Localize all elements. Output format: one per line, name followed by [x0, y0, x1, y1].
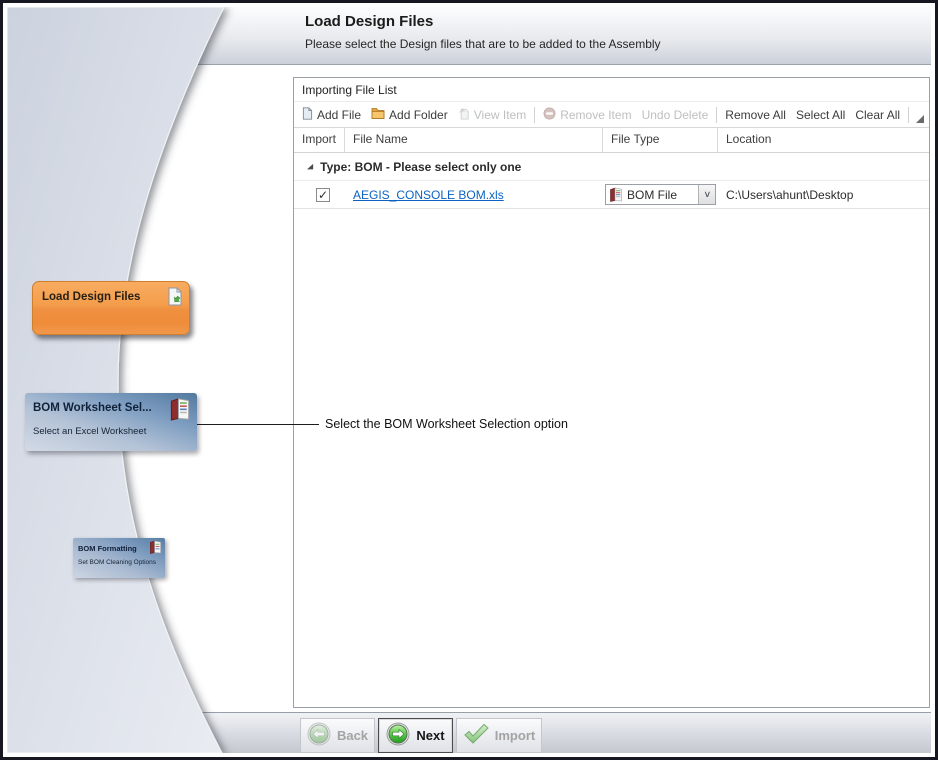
add-folder-button[interactable]: Add Folder: [366, 107, 453, 122]
file-type-cell: BOM File ∨: [603, 181, 718, 208]
toolbar-separator: [716, 107, 717, 123]
wizard-step-subtitle: Set BOM Cleaning Options: [78, 559, 156, 566]
bom-book-icon: [169, 397, 191, 426]
import-button[interactable]: Import: [456, 718, 542, 753]
importing-file-list-panel: Importing File List Add File Add Folder: [293, 77, 930, 708]
import-label: Import: [495, 728, 535, 743]
remove-all-label: Remove All: [725, 108, 786, 122]
group-row-bom[interactable]: ◢ Type: BOM - Please select only one: [294, 153, 929, 181]
table-row: ✓ AEGIS_CONSOLE BOM.xls BOM File ∨: [294, 181, 929, 209]
view-item-icon: [458, 107, 470, 123]
add-folder-icon: [371, 107, 385, 122]
add-file-icon: [302, 107, 313, 123]
window-content: Load Design Files Please select the Desi…: [7, 7, 931, 753]
wizard-step-title: Load Design Files: [42, 291, 140, 303]
wizard-step-title: BOM Formatting: [78, 544, 137, 553]
wizard-window: Load Design Files Please select the Desi…: [0, 0, 938, 760]
wizard-step-load-design-files[interactable]: Load Design Files: [32, 281, 190, 335]
select-all-label: Select All: [796, 108, 845, 122]
combo-dropdown-button[interactable]: ∨: [698, 185, 715, 204]
toolbar-overflow-grip[interactable]: [916, 115, 924, 123]
file-type-value: BOM File: [627, 188, 698, 202]
bom-book-icon: [609, 187, 623, 202]
column-header-location[interactable]: Location: [718, 128, 929, 152]
toolbar-separator: [534, 107, 535, 123]
annotation-text: Select the BOM Worksheet Selection optio…: [325, 417, 568, 431]
arrow-left-circle-icon: [307, 722, 331, 749]
annotation-callout-line: [197, 424, 319, 425]
undo-delete-button[interactable]: Undo Delete: [637, 108, 714, 122]
toolbar-separator: [908, 107, 909, 123]
add-folder-label: Add Folder: [389, 108, 448, 122]
group-label: Type: BOM - Please select only one: [320, 160, 521, 174]
view-item-button[interactable]: View Item: [453, 107, 531, 123]
wizard-step-subtitle: Select an Excel Worksheet: [33, 426, 146, 437]
group-expander-icon[interactable]: ◢: [307, 162, 313, 170]
back-button[interactable]: Back: [300, 718, 375, 753]
view-item-label: View Item: [474, 108, 526, 122]
panel-title: Importing File List: [294, 78, 929, 101]
file-type-combobox[interactable]: BOM File ∨: [605, 184, 716, 205]
file-location: C:\Users\ahunt\Desktop: [718, 181, 929, 208]
column-header-file-type[interactable]: File Type: [603, 128, 718, 152]
checkmark-icon: ✓: [318, 190, 328, 200]
file-name-link[interactable]: AEGIS_CONSOLE BOM.xls: [353, 188, 504, 202]
arrow-right-circle-icon: [386, 722, 410, 749]
next-button[interactable]: Next: [378, 718, 453, 753]
back-label: Back: [337, 728, 368, 743]
file-name-cell: AEGIS_CONSOLE BOM.xls: [345, 181, 603, 208]
load-files-icon: [166, 287, 182, 312]
wizard-step-title: BOM Worksheet Sel...: [33, 402, 152, 414]
remove-item-button[interactable]: Remove Item: [538, 107, 636, 123]
add-file-label: Add File: [317, 108, 361, 122]
select-all-button[interactable]: Select All: [791, 108, 850, 122]
toolbar: Add File Add Folder View Item: [294, 101, 929, 128]
clear-all-button[interactable]: Clear All: [850, 108, 905, 122]
table-header-row: Import File Name File Type Location: [294, 128, 929, 153]
remove-all-button[interactable]: Remove All: [720, 108, 791, 122]
wizard-step-bom-worksheet-selection[interactable]: BOM Worksheet Sel... Select an Excel Wor…: [25, 393, 197, 451]
remove-item-icon: [543, 107, 556, 123]
next-label: Next: [416, 728, 444, 743]
bom-book-icon: [149, 540, 162, 559]
checkmark-icon: [463, 723, 489, 748]
import-cell: ✓: [294, 181, 345, 208]
column-header-file-name[interactable]: File Name: [345, 128, 603, 152]
import-checkbox[interactable]: ✓: [316, 188, 330, 202]
add-file-button[interactable]: Add File: [297, 107, 366, 123]
column-header-import[interactable]: Import: [294, 128, 345, 152]
clear-all-label: Clear All: [855, 108, 900, 122]
undo-delete-label: Undo Delete: [642, 108, 709, 122]
wizard-step-bom-formatting[interactable]: BOM Formatting Set BOM Cleaning Options: [73, 538, 165, 578]
chevron-down-icon: ∨: [703, 190, 711, 199]
remove-item-label: Remove Item: [560, 108, 631, 122]
